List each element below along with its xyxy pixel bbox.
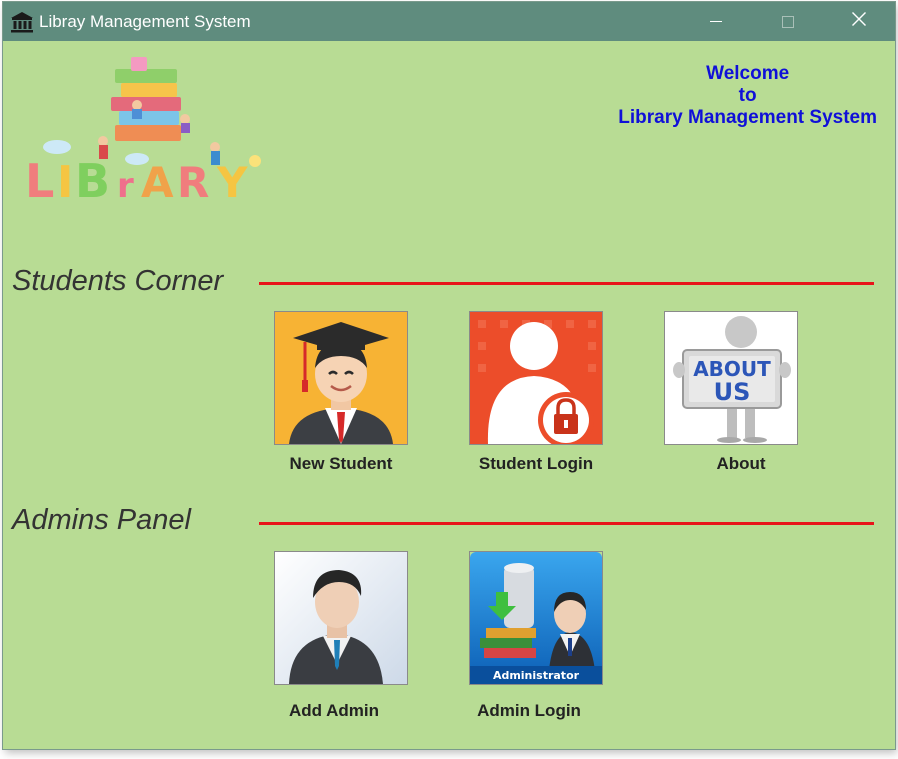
new-student-label: New Student (289, 454, 393, 473)
library-building-icon (10, 11, 34, 33)
close-button[interactable] (836, 2, 882, 41)
new-student-button[interactable] (274, 311, 408, 445)
window-title: Libray Management System (39, 12, 251, 31)
minimize-icon (710, 21, 722, 22)
add-admin-button[interactable] (274, 551, 408, 685)
svg-text:I: I (57, 157, 73, 201)
svg-text:Y: Y (216, 158, 248, 201)
add-admin-label: Add Admin (288, 701, 380, 720)
svg-text:R: R (177, 158, 209, 201)
welcome-line-1: Welcome (706, 63, 790, 84)
graduate-icon (275, 312, 407, 444)
admins-panel-heading: Admins Panel (12, 504, 191, 536)
svg-text:L: L (25, 154, 54, 201)
user-lock-icon (470, 312, 602, 444)
welcome-line-3: Library Management System (618, 107, 877, 128)
title-bar[interactable]: Libray Management System (3, 2, 895, 41)
library-logo: L I B r A R Y (19, 49, 281, 208)
admin-login-button[interactable]: Administrator (469, 551, 603, 685)
app-window: Libray Management System L I B r A R Y W… (3, 2, 895, 749)
about-label: About (716, 454, 766, 473)
administrator-badge: Administrator (493, 669, 580, 682)
about-us-sign-icon: ABOUT US (665, 312, 797, 444)
admin-login-label: Admin Login (477, 701, 581, 720)
maximize-icon (782, 15, 794, 28)
student-login-button[interactable] (469, 311, 603, 445)
welcome-line-2: to (738, 85, 757, 106)
welcome-banner: Welcome to Library Management System (618, 63, 877, 129)
student-login-label: Student Login (478, 454, 594, 473)
admins-section-divider (259, 522, 874, 525)
students-section-divider (259, 282, 874, 285)
svg-text:r: r (117, 166, 134, 201)
administrator-icon: Administrator (470, 552, 602, 684)
minimize-button[interactable] (693, 2, 739, 41)
students-corner-heading: Students Corner (12, 265, 224, 297)
maximize-button[interactable] (765, 2, 811, 41)
svg-text:B: B (75, 154, 110, 201)
svg-text:A: A (141, 158, 174, 201)
close-icon (851, 11, 867, 32)
about-button[interactable]: ABOUT US (664, 311, 798, 445)
main-content: L I B r A R Y Welcome to Library Managem… (3, 41, 895, 749)
about-sign-line-2: US (714, 378, 751, 406)
businessman-icon (275, 552, 407, 684)
